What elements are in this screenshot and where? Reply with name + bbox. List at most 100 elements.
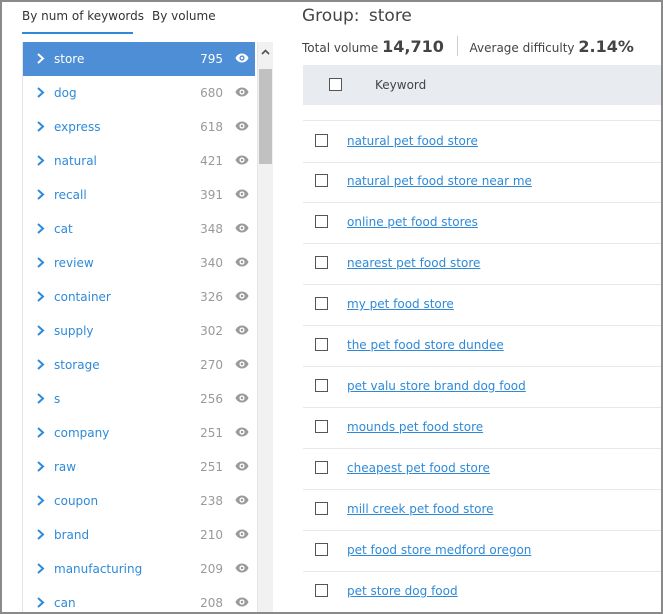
eye-icon[interactable]	[235, 358, 249, 370]
keyword-table-header: Keyword	[303, 65, 661, 105]
eye-icon[interactable]	[235, 392, 249, 404]
row-checkbox[interactable]	[315, 502, 328, 515]
select-all-checkbox[interactable]	[329, 78, 342, 91]
keyword-row: cheapest pet food store	[303, 448, 661, 490]
keyword-row: my pet food store	[303, 284, 661, 326]
row-checkbox[interactable]	[315, 256, 328, 269]
row-checkbox[interactable]	[315, 420, 328, 433]
eye-icon[interactable]	[235, 596, 249, 608]
avg-difficulty-stat: Average difficulty 2.14%	[470, 37, 634, 56]
keyword-link[interactable]: the pet food store dundee	[347, 338, 504, 352]
group-list-item[interactable]: raw 251	[23, 450, 255, 484]
keyword-link[interactable]: mill creek pet food store	[347, 502, 494, 516]
row-checkbox[interactable]	[315, 584, 328, 597]
tab-by-num-keywords[interactable]: By num of keywords	[22, 8, 144, 34]
tab-by-volume[interactable]: By volume	[152, 8, 216, 32]
eye-icon[interactable]	[235, 528, 249, 540]
row-checkbox[interactable]	[315, 543, 328, 556]
eye-icon[interactable]	[235, 86, 249, 98]
chevron-right-icon[interactable]	[36, 426, 45, 439]
group-list-label: review	[54, 256, 94, 270]
keyword-link[interactable]: mounds pet food store	[347, 420, 483, 434]
group-list-label: company	[54, 426, 110, 440]
group-list-label: brand	[54, 528, 90, 542]
row-checkbox[interactable]	[315, 215, 328, 228]
row-checkbox[interactable]	[315, 174, 328, 187]
group-list-item[interactable]: company 251	[23, 416, 255, 450]
group-list-item[interactable]: coupon 238	[23, 484, 255, 518]
chevron-right-icon[interactable]	[36, 596, 45, 609]
eye-icon[interactable]	[235, 494, 249, 506]
eye-icon[interactable]	[235, 154, 249, 166]
eye-icon[interactable]	[235, 324, 249, 336]
scrollbar[interactable]	[257, 42, 273, 612]
avg-difficulty-label: Average difficulty	[469, 40, 575, 55]
group-list-label: store	[54, 52, 85, 66]
eye-icon[interactable]	[235, 562, 249, 574]
chevron-right-icon[interactable]	[36, 528, 45, 541]
group-list-item[interactable]: express 618	[23, 110, 255, 144]
keyword-row: mounds pet food store	[303, 407, 661, 449]
eye-icon[interactable]	[235, 188, 249, 200]
group-list-item[interactable]: recall 391	[23, 178, 255, 212]
eye-icon[interactable]	[235, 52, 249, 64]
row-checkbox[interactable]	[315, 297, 328, 310]
keyword-link[interactable]: natural pet food store near me	[347, 174, 532, 188]
group-list-count: 795	[200, 52, 223, 66]
chevron-right-icon[interactable]	[36, 358, 45, 371]
eye-icon[interactable]	[235, 256, 249, 268]
group-list-item[interactable]: supply 302	[23, 314, 255, 348]
keyword-row: pet food store medford oregon	[303, 530, 661, 572]
keyword-link[interactable]: cheapest pet food store	[347, 461, 490, 475]
chevron-right-icon[interactable]	[36, 324, 45, 337]
keyword-link[interactable]: nearest pet food store	[347, 256, 480, 270]
row-checkbox[interactable]	[315, 338, 328, 351]
group-list-item[interactable]: cat 348	[23, 212, 255, 246]
keyword-link[interactable]: natural pet food store	[347, 134, 478, 148]
group-list-item[interactable]: s 256	[23, 382, 255, 416]
eye-icon[interactable]	[235, 460, 249, 472]
chevron-right-icon[interactable]	[36, 494, 45, 507]
keyword-link[interactable]: my pet food store	[347, 297, 454, 311]
chevron-up-icon	[261, 49, 270, 55]
keyword-row: mill creek pet food store	[303, 489, 661, 531]
avg-difficulty-value: 2.14%	[578, 36, 634, 56]
chevron-right-icon[interactable]	[36, 222, 45, 235]
scroll-thumb[interactable]	[259, 69, 272, 164]
chevron-right-icon[interactable]	[36, 562, 45, 575]
keyword-groups-panel: By num of keywords By volume store 795 dog…	[0, 0, 663, 614]
group-list-item[interactable]: natural 421	[23, 144, 255, 178]
eye-icon[interactable]	[235, 120, 249, 132]
eye-icon[interactable]	[235, 290, 249, 302]
keyword-link[interactable]: pet valu store brand dog food	[347, 379, 526, 393]
eye-icon[interactable]	[235, 426, 249, 438]
group-list-label: express	[54, 120, 101, 134]
group-list-item[interactable]: manufacturing 209	[23, 552, 255, 586]
keyword-link[interactable]: pet store dog food	[347, 584, 458, 598]
row-checkbox[interactable]	[315, 379, 328, 392]
scroll-up-button[interactable]	[258, 44, 273, 60]
chevron-right-icon[interactable]	[36, 290, 45, 303]
group-list-item[interactable]: brand 210	[23, 518, 255, 552]
chevron-right-icon[interactable]	[36, 460, 45, 473]
group-list-label: storage	[54, 358, 100, 372]
group-list-item[interactable]: can 208	[23, 586, 255, 612]
group-list-item[interactable]: dog 680	[23, 76, 255, 110]
row-checkbox[interactable]	[315, 134, 328, 147]
keyword-link[interactable]: online pet food stores	[347, 215, 478, 229]
chevron-right-icon[interactable]	[36, 52, 45, 65]
group-list-item[interactable]: storage 270	[23, 348, 255, 382]
chevron-right-icon[interactable]	[36, 154, 45, 167]
row-checkbox[interactable]	[315, 461, 328, 474]
chevron-right-icon[interactable]	[36, 392, 45, 405]
group-list-item[interactable]: store 795	[23, 42, 255, 76]
chevron-right-icon[interactable]	[36, 120, 45, 133]
chevron-right-icon[interactable]	[36, 256, 45, 269]
chevron-right-icon[interactable]	[36, 188, 45, 201]
group-list-count: 302	[200, 324, 223, 338]
chevron-right-icon[interactable]	[36, 86, 45, 99]
group-list-item[interactable]: container 326	[23, 280, 255, 314]
keyword-link[interactable]: pet food store medford oregon	[347, 543, 531, 557]
group-list-item[interactable]: review 340	[23, 246, 255, 280]
eye-icon[interactable]	[235, 222, 249, 234]
